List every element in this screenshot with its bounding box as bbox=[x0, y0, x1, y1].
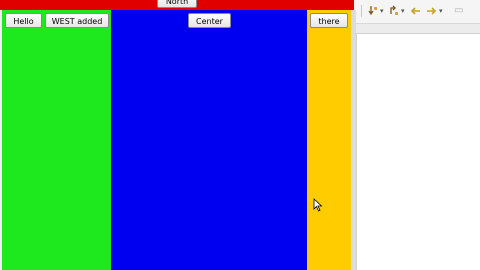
hello-button[interactable]: Hello bbox=[5, 13, 42, 28]
minimize-icon[interactable]: ▭ bbox=[454, 4, 463, 18]
west-panel bbox=[2, 10, 111, 270]
step-into-icon[interactable] bbox=[368, 4, 378, 18]
ide-panel-header bbox=[356, 24, 480, 34]
mouse-cursor-icon bbox=[313, 198, 323, 212]
separator-icon bbox=[361, 5, 362, 17]
step-over-icon[interactable] bbox=[389, 4, 399, 18]
ide-editor-area bbox=[356, 0, 480, 270]
east-panel bbox=[307, 10, 351, 270]
north-button[interactable]: North bbox=[157, 0, 197, 8]
application-window: North Hello WEST added Center there bbox=[0, 0, 356, 270]
center-panel bbox=[111, 10, 307, 270]
forward-icon[interactable] bbox=[425, 4, 437, 18]
there-button[interactable]: there bbox=[310, 13, 348, 28]
dropdown-arrow-icon[interactable]: ▾ bbox=[439, 4, 443, 18]
west-added-button[interactable]: WEST added bbox=[45, 13, 109, 28]
dropdown-arrow-icon[interactable]: ▾ bbox=[380, 4, 384, 18]
ide-toolbar: ▾ ▾ ▾ ▭ bbox=[356, 0, 480, 24]
back-icon[interactable] bbox=[410, 4, 422, 18]
center-button[interactable]: Center bbox=[188, 13, 231, 28]
dropdown-arrow-icon[interactable]: ▾ bbox=[401, 4, 405, 18]
